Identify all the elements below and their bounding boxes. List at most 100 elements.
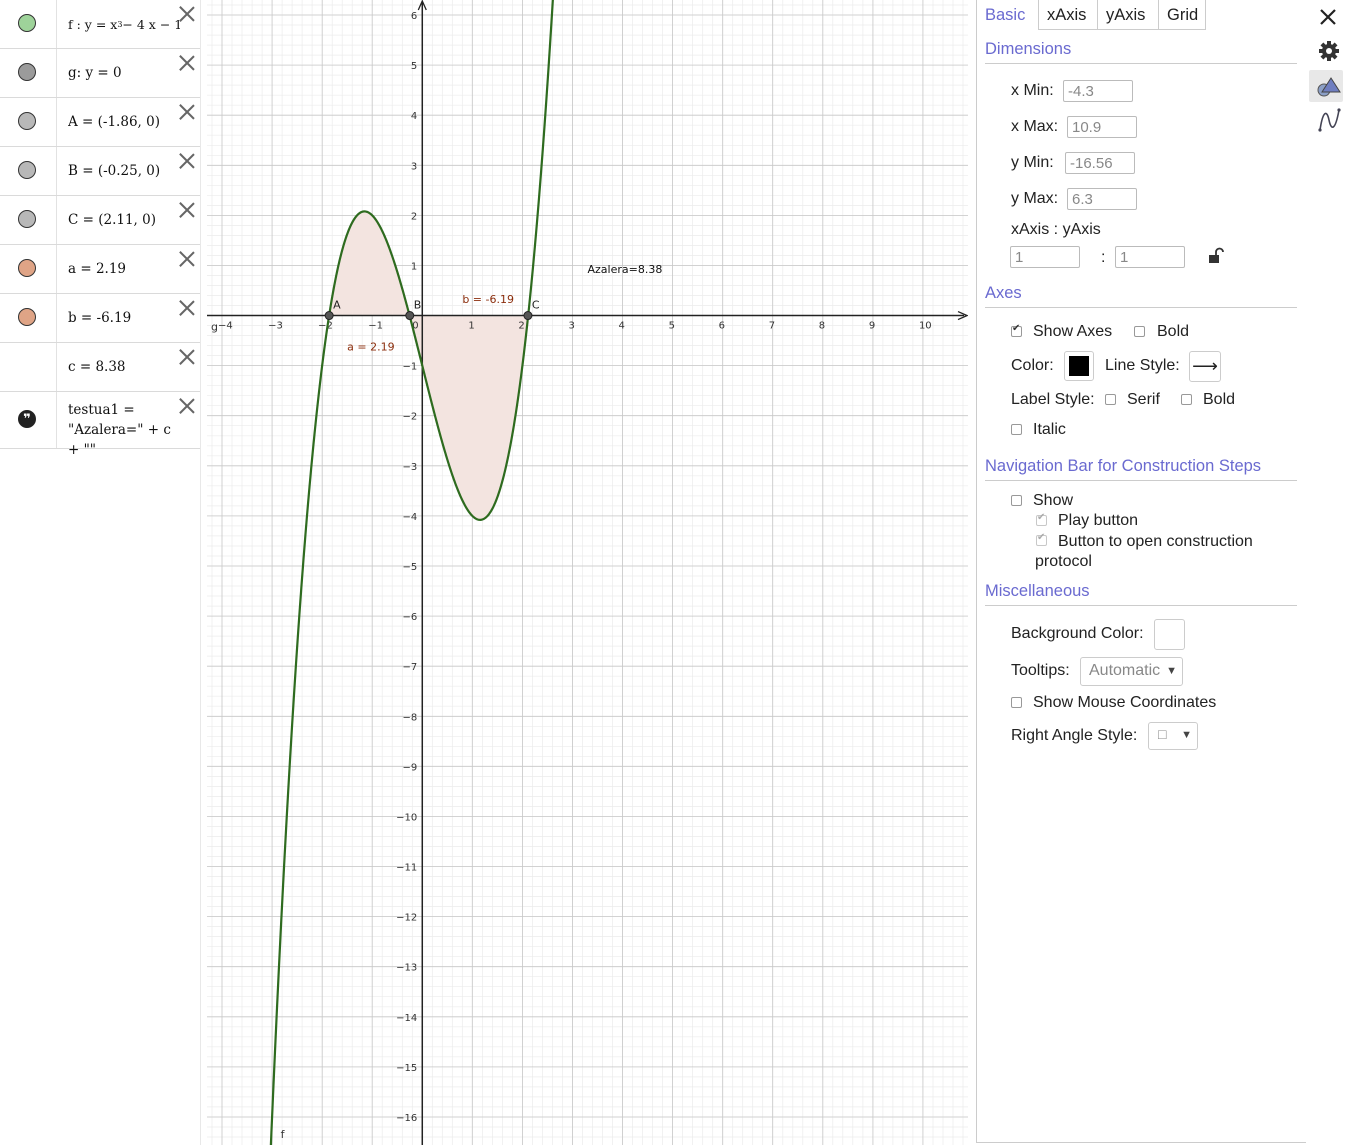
algebra-row-C[interactable]: C = (2.11, 0) [0, 196, 200, 245]
italic-checkbox[interactable] [1011, 424, 1022, 435]
graphics-triangle-icon[interactable] [1309, 70, 1343, 102]
bg-color-label: Background Color: [1011, 625, 1144, 642]
right-angle-value: □ [1158, 726, 1167, 742]
tab-basic[interactable]: Basic [977, 0, 1039, 30]
bold-checkbox[interactable] [1134, 326, 1145, 337]
visibility-toggle-a[interactable] [18, 259, 36, 277]
close-icon[interactable] [1309, 0, 1343, 32]
visibility-toggle-A[interactable] [18, 112, 36, 130]
x-tick-label: 7 [769, 321, 775, 332]
y-tick-label: −2 [403, 412, 418, 423]
algebra-row-A[interactable]: A = (-1.86, 0) [0, 98, 200, 147]
xmin-label: x Min: [1011, 82, 1054, 99]
y-tick-label: 4 [411, 111, 417, 122]
delete-icon[interactable] [178, 396, 196, 414]
quote-icon[interactable]: ❞ [18, 410, 36, 428]
delete-icon[interactable] [178, 53, 196, 71]
right-angle-select[interactable]: □ ▼ [1148, 722, 1198, 750]
bg-color-swatch[interactable] [1154, 619, 1185, 650]
section-title-navbar: Navigation Bar for Construction Steps [985, 457, 1297, 481]
delete-icon[interactable] [178, 298, 196, 316]
ymin-label: y Min: [1011, 154, 1054, 171]
bold-label: Bold [1157, 323, 1190, 340]
chevron-down-icon: ▼ [1166, 664, 1177, 677]
navbar-show-checkbox[interactable] [1011, 495, 1022, 506]
tooltips-select[interactable]: Automatic ▼ [1080, 657, 1183, 686]
algebra-text: B = (-0.25, 0) [68, 163, 161, 179]
algebra-row-B[interactable]: B = (-0.25, 0) [0, 147, 200, 196]
delete-icon[interactable] [178, 200, 196, 218]
tab-grid[interactable]: Grid [1158, 0, 1206, 30]
algebra-text: g: y = 0 [68, 65, 122, 81]
visibility-toggle-g[interactable] [18, 63, 36, 81]
tab-yaxis[interactable]: yAxis [1097, 0, 1159, 30]
unlock-icon[interactable] [1207, 247, 1225, 265]
delete-icon[interactable] [178, 249, 196, 267]
section-title-misc: Miscellaneous [985, 582, 1297, 606]
algebra-row-f[interactable]: f : y = x3 − 4 x − 1 [0, 0, 200, 49]
algebra-row-a[interactable]: a = 2.19 [0, 245, 200, 294]
point-label-B: B [414, 299, 422, 312]
integral-label-0: a = 2.19 [347, 341, 394, 354]
xmin-input[interactable] [1063, 80, 1133, 102]
point-label-C: C [532, 299, 540, 312]
serif-checkbox[interactable] [1105, 394, 1116, 405]
line-label-g: g [211, 321, 218, 334]
protocol-label: Button to open construction protocol [1035, 533, 1253, 570]
delete-icon[interactable] [178, 102, 196, 120]
axes-color-swatch[interactable] [1064, 351, 1094, 381]
visibility-toggle-f[interactable] [18, 14, 36, 32]
delete-icon[interactable] [178, 151, 196, 169]
x-tick-label: −1 [368, 321, 383, 332]
show-axes-checkbox[interactable] [1011, 323, 1022, 337]
tooltips-label: Tooltips: [1011, 662, 1070, 679]
section-title-dimensions: Dimensions [985, 40, 1297, 64]
x-tick-label: 8 [819, 321, 825, 332]
gear-icon[interactable] [1309, 35, 1343, 67]
mouse-coords-checkbox[interactable] [1011, 697, 1022, 708]
visibility-toggle-B[interactable] [18, 161, 36, 179]
delete-icon[interactable] [178, 347, 196, 365]
label-bold-checkbox[interactable] [1181, 394, 1192, 405]
side-toolbar [1306, 0, 1345, 1145]
marble-cell [0, 343, 57, 391]
algebra-row-testua1[interactable]: ❞ testua1 = "Azalera=" + c + "" [0, 392, 200, 456]
chevron-down-icon: ▼ [1181, 729, 1192, 741]
algebra-rest: − 4 x − 1 [122, 16, 180, 32]
delete-icon[interactable] [178, 4, 196, 22]
axes-color-label: Color: [1011, 357, 1054, 374]
settings-panel: Basic xAxis yAxis Grid Dimensions x Min:… [976, 0, 1307, 1143]
axes-color-fill [1069, 356, 1089, 376]
algebra-row-g[interactable]: g: y = 0 [0, 49, 200, 98]
algebra-row-c[interactable]: c = 8.38 [0, 343, 200, 392]
xmax-label: x Max: [1011, 118, 1059, 135]
x-tick-label: 10 [919, 321, 932, 332]
visibility-toggle-b[interactable] [18, 308, 36, 326]
ratio-x-input[interactable] [1010, 246, 1080, 268]
line-style-arrow-icon[interactable]: ⟶ [1189, 351, 1221, 382]
algebra-text: f : y = x3 − 4 x − 1 [68, 0, 180, 48]
x-tick-label: 4 [619, 321, 625, 332]
integral-fill-1 [409, 315, 528, 520]
function-plot[interactable]: −4 −3 −2 −1 0 1 2 3 4 5 6 7 8 9 10 6 5 4 3 2 1 −1 −2 −3 −4 −5 −6 −7… [207, 0, 968, 1145]
y-tick-label: −7 [403, 662, 418, 673]
function-label-f: f [281, 1128, 286, 1141]
point-A [324, 311, 334, 321]
marble-cell [0, 196, 57, 244]
y-tick-label: −14 [396, 1013, 417, 1024]
ymin-input[interactable] [1065, 152, 1135, 174]
ymax-label: y Max: [1011, 190, 1059, 207]
tab-xaxis[interactable]: xAxis [1038, 0, 1098, 30]
ratio-separator: : [1101, 249, 1106, 266]
visibility-toggle-C[interactable] [18, 210, 36, 228]
algebra-curve-icon[interactable] [1309, 104, 1343, 136]
ratio-y-input[interactable] [1115, 246, 1185, 268]
algebra-label: f : y = x [68, 16, 118, 32]
ymax-input[interactable] [1067, 188, 1137, 210]
play-button-checkbox[interactable] [1036, 512, 1047, 526]
x-tick-label: −4 [218, 321, 233, 332]
algebra-row-b[interactable]: b = -6.19 [0, 294, 200, 343]
algebra-text: b = -6.19 [68, 310, 132, 326]
xmax-input[interactable] [1067, 116, 1137, 138]
graphics-view[interactable]: −4 −3 −2 −1 0 1 2 3 4 5 6 7 8 9 10 6 5 4 3 2 1 −1 −2 −3 −4 −5 −6 −7… [207, 0, 968, 1145]
